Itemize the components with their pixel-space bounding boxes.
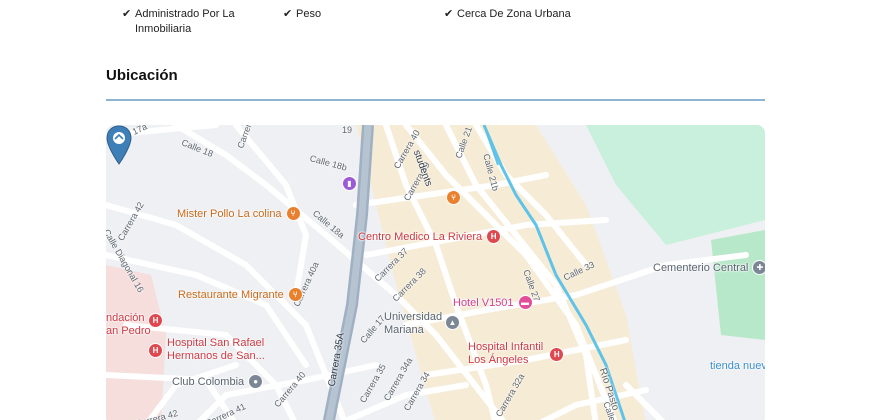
poi-tienda[interactable]: tienda nueva (710, 360, 765, 372)
location-pin-icon[interactable] (106, 125, 132, 165)
feature-item: ✔ Cerca De Zona Urbana (444, 7, 644, 22)
restaurant-icon: ⑂ (285, 206, 301, 221)
poi-mister-pollo[interactable]: Mister Pollo La colina ⑂ (177, 206, 301, 221)
poi-label: Mariana (384, 324, 424, 336)
check-icon: ✔ (283, 8, 293, 20)
section-divider (106, 99, 765, 101)
poi-centro-medico[interactable]: Centro Medico La Riviera H (358, 229, 502, 244)
poi-fundacion[interactable]: ndación an Pedro (106, 312, 151, 338)
poi-label: Club Colombia (172, 375, 245, 388)
section-title-location: Ubicación (106, 67, 178, 84)
poi-label: Centro Medico La Riviera (358, 230, 483, 243)
shopping-icon: ▮ (342, 176, 357, 191)
hotel-icon: ▬ (517, 295, 533, 310)
street-label: 19 (342, 125, 353, 135)
poi-hospital-san-rafael[interactable]: H Hospital San Rafael Hermanos de San... (148, 337, 265, 363)
poi-hospital-infantil[interactable]: Hospital Infantil Los Ángeles H (468, 341, 565, 367)
check-icon: ✔ (122, 8, 132, 20)
poi-label: Hotel V1501 (453, 296, 514, 309)
poi-label: Hospital San Rafael (167, 337, 265, 349)
university-icon[interactable]: ▲ (445, 315, 460, 330)
poi-label: Cementerio Central (653, 261, 749, 274)
poi-restaurante-migrante[interactable]: Restaurante Migrante ⑂ (178, 287, 303, 302)
cemetery-icon: ✚ (752, 260, 765, 275)
restaurant-icon: ⑂ (287, 287, 303, 302)
poi-restaurant[interactable]: ⑂ (446, 190, 461, 205)
poi-label: ndación (106, 312, 145, 324)
poi-cementerio[interactable]: Cementerio Central ✚ (653, 260, 765, 275)
feature-label: Administrado Por La Inmobiliaria (135, 8, 235, 35)
poi-label: an Pedro (106, 325, 151, 337)
feature-label: Cerca De Zona Urbana (457, 8, 571, 20)
hospital-icon: H (486, 229, 502, 244)
feature-label: Peso (296, 8, 322, 20)
feature-item: ✔ Administrado Por La Inmobiliaria (122, 7, 262, 37)
poi-universidad[interactable]: Universidad Mariana (384, 311, 442, 337)
club-icon: ● (248, 374, 264, 389)
feature-item: ✔ Peso (283, 7, 403, 22)
poi-label: Universidad (384, 311, 443, 323)
poi-purple[interactable]: ▮ (342, 176, 357, 191)
poi-label: Los Ángeles (468, 354, 529, 366)
property-features: ✔ Administrado Por La Inmobiliaria ✔ Pes… (122, 7, 822, 39)
poi-label: tienda nueva (710, 360, 765, 372)
check-icon: ✔ (444, 8, 454, 20)
hospital-icon: H (148, 342, 163, 358)
location-map[interactable]: Calle 17a Calle 18 Carrera Calle 18b 19 … (106, 125, 765, 420)
poi-label: Restaurante Migrante (178, 288, 284, 301)
poi-hotel[interactable]: Hotel V1501 ▬ (453, 295, 533, 310)
poi-label: Hospital Infantil (468, 341, 544, 353)
poi-label: Hermanos de San... (167, 350, 265, 362)
hospital-icon: H (549, 346, 565, 362)
poi-club-colombia[interactable]: Club Colombia ● (172, 374, 264, 389)
restaurant-icon: ⑂ (446, 190, 461, 205)
hospital-icon[interactable]: H (148, 313, 163, 328)
poi-label: Mister Pollo La colina (177, 207, 282, 220)
